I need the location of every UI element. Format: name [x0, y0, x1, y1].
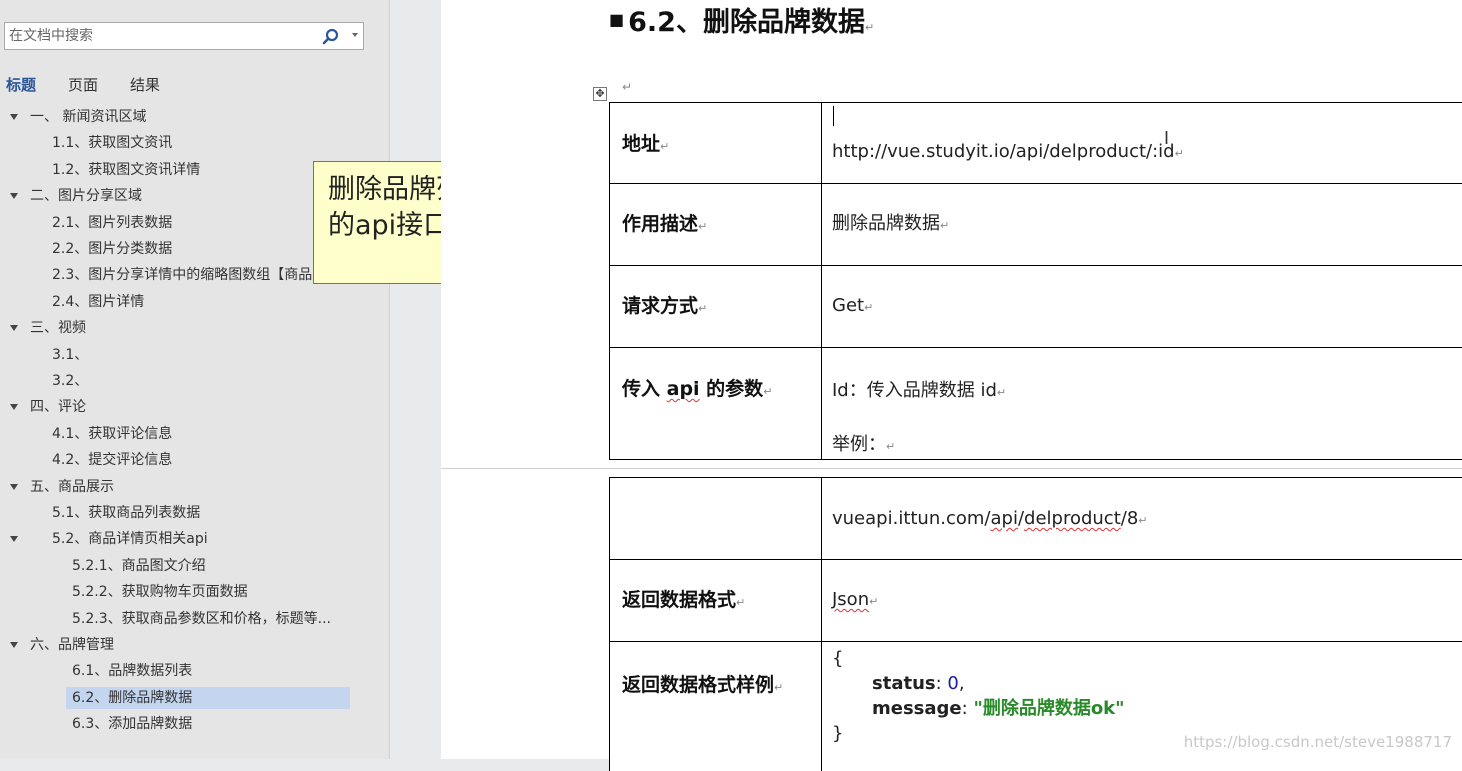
- nav-tree-item[interactable]: 四、评论: [0, 396, 389, 418]
- nav-tree-item[interactable]: 一、 新闻资讯区域: [0, 106, 389, 128]
- nav-tree-item[interactable]: 3.2、: [0, 370, 389, 392]
- nav-tree-item-label: 三、视频: [30, 320, 86, 337]
- nav-tree-item-label: 2.2、图片分类数据: [52, 241, 173, 257]
- navigation-pane: 标题 页面 结果 一、 新闻资讯区域 1.1、获取图文资讯 1.2、获取图文资讯详情…: [0, 0, 390, 759]
- table-row-format: 返回数据格式↵ Json↵: [609, 559, 1462, 642]
- nav-tabs: 标题 页面 结果: [6, 74, 192, 95]
- nav-tree-item-label: 5.1、获取商品列表数据: [52, 505, 201, 521]
- expand-arrow-icon[interactable]: [10, 325, 18, 332]
- address-label: 地址↵: [610, 103, 822, 183]
- tab-pages[interactable]: 页面: [68, 74, 98, 95]
- description-label: 作用描述↵: [610, 184, 822, 265]
- nav-tree-item-label: 5.2、商品详情页相关api: [52, 531, 208, 548]
- search-options-dropdown-icon[interactable]: [352, 33, 358, 37]
- method-label: 请求方式↵: [610, 266, 822, 347]
- nav-tree-item-label: 2.1、图片列表数据: [52, 214, 173, 231]
- page-break: [441, 468, 1462, 477]
- nav-tree-item-label: 六、品牌管理: [30, 637, 114, 653]
- table-row-method: 请求方式↵ Get↵: [609, 265, 1462, 348]
- search-icon[interactable]: [321, 27, 341, 47]
- table-row-example-url: vueapi.ittun.com/api/delproduct/8↵: [609, 477, 1462, 560]
- table-row-address: 地址↵ http://vue.studyit.io/api/delproduct…: [609, 102, 1462, 184]
- nav-tree-item-label: 3.1、: [52, 346, 89, 363]
- section-heading[interactable]: ■ 6.2、删除品牌数据↵: [609, 0, 874, 39]
- nav-tree-item-label: 五、商品展示: [30, 478, 114, 495]
- expand-arrow-icon[interactable]: [10, 536, 18, 543]
- sample-json[interactable]: { status: 0, message: "删除品牌数据ok" }: [832, 646, 1462, 746]
- address-value[interactable]: http://vue.studyit.io/api/delproduct/:id…: [832, 141, 1462, 162]
- nav-tree-item-label: 1.2、获取图文资讯详情: [52, 161, 201, 178]
- params-value[interactable]: Id：传入品牌数据 id↵: [832, 376, 1462, 402]
- table-move-handle-icon[interactable]: ✥: [593, 87, 607, 101]
- expand-arrow-icon[interactable]: [10, 483, 18, 490]
- text-cursor: [833, 106, 834, 126]
- nav-tree-item-label: 2.4、图片详情: [52, 293, 145, 310]
- nav-tree-item-label: 2.3、图片分享详情中的缩略图数组【商品...: [52, 267, 326, 284]
- nav-tree-item[interactable]: 3.1、: [0, 344, 389, 366]
- nav-tree-item-label: 5.2.1、商品图文介绍: [72, 557, 206, 574]
- nav-tree-item[interactable]: 5.1、获取商品列表数据: [0, 502, 389, 524]
- example-url-value[interactable]: vueapi.ittun.com/api/delproduct/8↵: [832, 508, 1462, 529]
- nav-tree-item[interactable]: 4.2、提交评论信息: [0, 449, 389, 471]
- nav-tree-item-label: 6.3、添加品牌数据: [72, 716, 193, 733]
- expand-arrow-icon[interactable]: [10, 193, 18, 200]
- example-label[interactable]: 举例：↵: [832, 430, 1462, 456]
- watermark: https://blog.csdn.net/steve1988717: [1183, 733, 1452, 751]
- nav-tree-item[interactable]: 5.2.2、获取购物车页面数据: [0, 581, 389, 603]
- nav-tree-item-label: 6.2、删除品牌数据: [72, 689, 193, 706]
- nav-tree-item-label: 1.1、获取图文资讯: [52, 135, 173, 152]
- nav-tree-item-label: 4.2、提交评论信息: [52, 452, 173, 469]
- format-label: 返回数据格式↵: [610, 560, 822, 641]
- params-label: 传入 api 的参数↵: [610, 348, 822, 459]
- nav-tree-item-label: 4.1、获取评论信息: [52, 425, 173, 442]
- nav-tree-item[interactable]: 6.2、删除品牌数据: [66, 686, 350, 709]
- nav-tree-item-label: 6.1、品牌数据列表: [72, 663, 193, 680]
- nav-tree-item[interactable]: 2.4、图片详情: [0, 291, 389, 313]
- expand-arrow-icon[interactable]: [10, 114, 18, 120]
- nav-tree-item[interactable]: 五、商品展示: [0, 476, 389, 498]
- nav-tree-item[interactable]: 六、品牌管理: [0, 634, 389, 656]
- nav-tree-item-label: 3.2、: [52, 373, 89, 389]
- nav-tree-item[interactable]: 5.2.1、商品图文介绍: [0, 555, 389, 577]
- search-input[interactable]: [5, 23, 323, 49]
- description-value[interactable]: 删除品牌数据↵: [832, 184, 1462, 266]
- table-row-sample: 返回数据格式样例↵ { status: 0, message: "删除品牌数据o…: [609, 641, 1462, 771]
- expand-arrow-icon[interactable]: [10, 404, 18, 411]
- table-row-params: 传入 api 的参数↵ Id：传入品牌数据 id↵ 举例：↵: [609, 347, 1462, 460]
- table-row-description: 作用描述↵ 删除品牌数据↵: [609, 183, 1462, 266]
- nav-tree-item[interactable]: 6.3、添加品牌数据: [0, 713, 389, 735]
- ibeam-cursor-icon: I: [1164, 128, 1170, 148]
- nav-tree-item-label: 5.2.2、获取购物车页面数据: [72, 584, 248, 601]
- nav-tree-item[interactable]: 4.1、获取评论信息: [0, 423, 389, 445]
- nav-tree-item[interactable]: 5.2、商品详情页相关api: [0, 528, 389, 550]
- empty-label-cell: [610, 478, 822, 559]
- tab-results[interactable]: 结果: [130, 74, 160, 95]
- search-box: [4, 22, 364, 50]
- nav-tree-item-label: 二、图片分享区域: [30, 188, 142, 205]
- nav-tree-item[interactable]: 6.1、品牌数据列表: [0, 660, 389, 682]
- nav-tree-item-label: 一、 新闻资讯区域: [30, 109, 147, 125]
- nav-tree-item-label: 5.2.3、获取商品参数区和价格，标题等...: [72, 610, 331, 627]
- sample-label: 返回数据格式样例↵: [610, 642, 822, 771]
- method-value[interactable]: Get↵: [832, 266, 1462, 348]
- nav-tree-item[interactable]: 5.2.3、获取商品参数区和价格，标题等...: [0, 608, 389, 630]
- paragraph-mark: ↵: [622, 80, 633, 94]
- tab-headings[interactable]: 标题: [6, 74, 36, 95]
- format-value[interactable]: Json↵: [832, 560, 1462, 642]
- heading-bullet-icon: ■: [609, 10, 625, 29]
- expand-arrow-icon[interactable]: [10, 642, 18, 648]
- nav-tree-item[interactable]: 三、视频: [0, 317, 389, 339]
- nav-tree-item[interactable]: 1.1、获取图文资讯: [0, 132, 389, 154]
- nav-tree-item-label: 四、评论: [30, 399, 86, 416]
